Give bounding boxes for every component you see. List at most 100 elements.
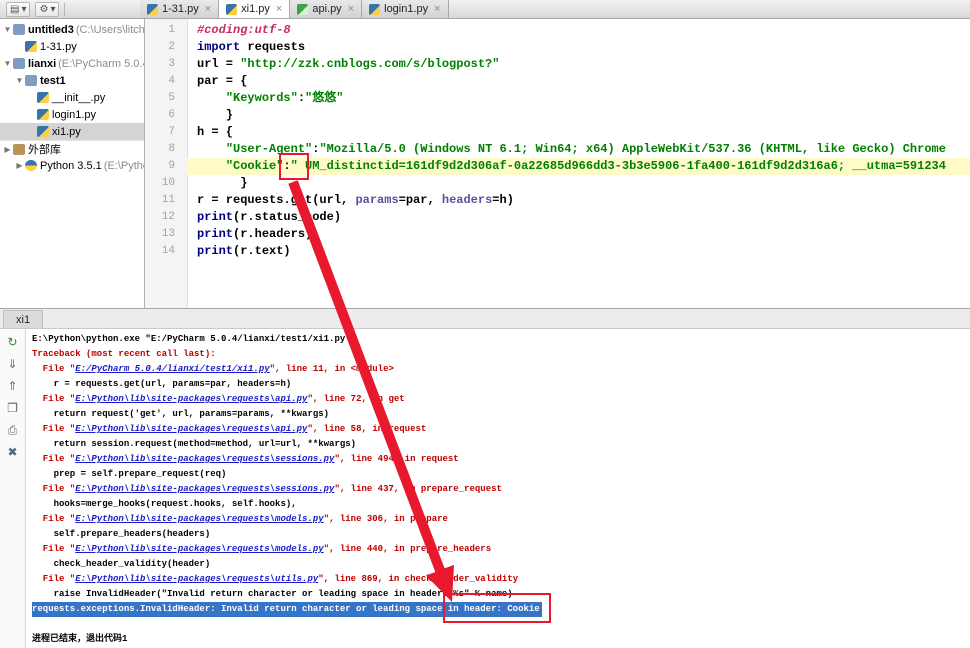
code-line-1[interactable]: 1 #coding:utf-8: [145, 22, 970, 39]
stack-frame-link[interactable]: E:\Python\lib\site-packages\requests\mod…: [75, 544, 323, 554]
expander-down-icon[interactable]: ▼: [2, 59, 13, 68]
code-editor[interactable]: 1 #coding:utf-8 2 import requests 3 url = "ht…: [145, 19, 970, 308]
expander-right-icon[interactable]: ▶: [2, 145, 13, 154]
expander-down-icon[interactable]: ▼: [2, 25, 13, 34]
editor-tab-login1.py[interactable]: login1.py ×: [362, 0, 449, 18]
project-tree: ▼untitled3 (C:\Users\litchi.xie1-31.py▼l…: [0, 19, 145, 308]
console-text: return session.request(method=method, ur…: [32, 439, 357, 449]
scroll-down-icon[interactable]: ⇓: [5, 356, 21, 372]
editor-tab-xi1.py[interactable]: xi1.py ×: [219, 0, 291, 18]
tree-item-Python 3.5.1[interactable]: ▶ Python 3.5.1 (E:\Python: [0, 157, 144, 174]
code-line-6[interactable]: 6 }: [145, 107, 970, 124]
settings-menu[interactable]: ⚙ ▾: [35, 1, 60, 17]
console-line-3[interactable]: File "E:/PyCharm 5.0.4/lianxi/test1/xi1.…: [32, 362, 970, 377]
restore-layout-icon[interactable]: ❐: [5, 400, 21, 416]
code-line-8[interactable]: 8 "User-Agent":"Mozilla/5.0 (Windows NT …: [145, 141, 970, 158]
python-file-icon: [226, 3, 238, 15]
tree-item-test1[interactable]: ▼ test1: [0, 72, 144, 89]
print-icon[interactable]: ⎙: [5, 422, 21, 438]
code-line-9[interactable]: 9 "Cookie":" UM_distinctid=161df9d2d306a…: [145, 158, 970, 175]
console-toolbar: ↻ ⇓ ⇑ ❐ ⎙ ✖: [0, 329, 26, 648]
main-toolbar: ▤ ▾ ⚙ ▾: [0, 0, 140, 18]
console-line-21[interactable]: 进程已结束，退出代码1: [32, 632, 970, 647]
close-icon[interactable]: ×: [348, 3, 354, 15]
tree-item-lianxi[interactable]: ▼ lianxi (E:\PyCharm 5.0.4\lian: [0, 55, 144, 72]
code-line-4[interactable]: 4 par = {: [145, 73, 970, 90]
delete-icon[interactable]: ✖: [5, 444, 21, 460]
tree-item-login1.py[interactable]: login1.py: [0, 106, 144, 123]
console-output[interactable]: E:\Python\python.exe "E:/PyCharm 5.0.4/l…: [26, 329, 970, 648]
stack-frame-link[interactable]: E:/PyCharm 5.0.4/lianxi/test1/xi1.py: [75, 364, 269, 374]
console-line-7[interactable]: File "E:\Python\lib\site-packages\reques…: [32, 422, 970, 437]
main-area: ▼untitled3 (C:\Users\litchi.xie1-31.py▼l…: [0, 19, 970, 308]
close-icon[interactable]: ×: [434, 3, 440, 15]
code-line-7[interactable]: 7 h = {: [145, 124, 970, 141]
chevron-down-icon: ▾: [21, 3, 27, 15]
line-number: 12: [161, 211, 175, 223]
code-line-12[interactable]: 12 print(r.status_code): [145, 209, 970, 226]
line-number: 6: [168, 109, 175, 121]
console-line-19[interactable]: requests.exceptions.InvalidHeader: Inval…: [32, 602, 542, 617]
stack-frame-link[interactable]: E:\Python\lib\site-packages\requests\api…: [75, 424, 307, 434]
code-line-3[interactable]: 3 url = "http://zzk.cnblogs.com/s/blogpos…: [145, 56, 970, 73]
line-number: 13: [161, 228, 175, 240]
code-text: }: [197, 108, 234, 122]
console-text: ", line 494, in request: [334, 454, 459, 464]
console-line-18[interactable]: raise InvalidHeader("Invalid return char…: [32, 587, 970, 602]
expander-right-icon[interactable]: ▶: [14, 161, 25, 170]
console-line-12[interactable]: hooks=merge_hooks(request.hooks, self.ho…: [32, 497, 970, 512]
stack-frame-link[interactable]: E:\Python\lib\site-packages\requests\mod…: [75, 514, 323, 524]
console-line-5[interactable]: File "E:\Python\lib\site-packages\reques…: [32, 392, 970, 407]
tree-item-1-31.py[interactable]: 1-31.py: [0, 38, 144, 55]
python-file-green-icon: [297, 3, 309, 15]
code-line-5[interactable]: 5 "Keywords":"悠悠": [145, 90, 970, 107]
console-line-4[interactable]: r = requests.get(url, params=par, header…: [32, 377, 970, 392]
console-tab-xi1[interactable]: xi1: [3, 310, 44, 328]
rerun-icon[interactable]: ↻: [5, 334, 21, 350]
code-line-2[interactable]: 2 import requests: [145, 39, 970, 56]
expander-down-icon[interactable]: ▼: [14, 76, 25, 85]
scroll-up-icon[interactable]: ⇑: [5, 378, 21, 394]
close-icon[interactable]: ×: [276, 3, 282, 15]
console-line-1[interactable]: E:\Python\python.exe "E:/PyCharm 5.0.4/l…: [32, 332, 970, 347]
editor-tab-1-31.py[interactable]: 1-31.py ×: [140, 0, 220, 18]
pycharm-window: ▤ ▾ ⚙ ▾ 1-31.py × xi1.py × api.py × login1.py ×…: [0, 0, 970, 648]
tree-item-__init__.py[interactable]: __init__.py: [0, 89, 144, 106]
code-line-13[interactable]: 13 print(r.headers): [145, 226, 970, 243]
close-icon[interactable]: ×: [205, 3, 211, 15]
gear-icon: ⚙: [39, 3, 49, 15]
python-file-icon: [37, 109, 49, 120]
tree-item-untitled3[interactable]: ▼ untitled3 (C:\Users\litchi.xie: [0, 21, 144, 38]
console-line-6[interactable]: return request('get', url, params=params…: [32, 407, 970, 422]
tab-strip: 1-31.py × xi1.py × api.py × login1.py ×: [140, 0, 449, 18]
console-line-15[interactable]: File "E:\Python\lib\site-packages\reques…: [32, 542, 970, 557]
console-line-13[interactable]: File "E:\Python\lib\site-packages\reques…: [32, 512, 970, 527]
tree-item-外部库[interactable]: ▶ 外部库: [0, 140, 144, 157]
console-line-10[interactable]: prep = self.prepare_request(req): [32, 467, 970, 482]
code-line-11[interactable]: 11 r = requests.get(url, params=par, head…: [145, 192, 970, 209]
console-text: ", line 440, in prepare_headers: [323, 544, 492, 554]
console-text: File ": [32, 454, 76, 464]
console-text: ", line 11, in <module>: [269, 364, 394, 374]
console-line-14[interactable]: self.prepare_headers(headers): [32, 527, 970, 542]
console-line-9[interactable]: File "E:\Python\lib\site-packages\reques…: [32, 452, 970, 467]
console-line-2[interactable]: Traceback (most recent call last):: [32, 347, 970, 362]
tree-item-xi1.py[interactable]: xi1.py: [0, 123, 144, 140]
code-line-14[interactable]: 14 print(r.text): [145, 243, 970, 260]
code-text: par = {: [197, 74, 248, 88]
console-line-16[interactable]: check_header_validity(header): [32, 557, 970, 572]
stack-frame-link[interactable]: E:\Python\lib\site-packages\requests\ses…: [75, 484, 334, 494]
code-line-10[interactable]: 10 }: [145, 175, 970, 192]
console-line-20[interactable]: [32, 617, 970, 632]
folder-icon: [13, 24, 25, 35]
console-line-17[interactable]: File "E:\Python\lib\site-packages\reques…: [32, 572, 970, 587]
line-number: 10: [161, 177, 175, 189]
stack-frame-link[interactable]: E:\Python\lib\site-packages\requests\uti…: [75, 574, 318, 584]
stack-frame-link[interactable]: E:\Python\lib\site-packages\requests\ses…: [75, 454, 334, 464]
project-selector[interactable]: ▤ ▾: [6, 1, 31, 17]
toolbar-divider: [64, 2, 66, 16]
console-line-8[interactable]: return session.request(method=method, ur…: [32, 437, 970, 452]
editor-tab-api.py[interactable]: api.py ×: [290, 0, 363, 18]
stack-frame-link[interactable]: E:\Python\lib\site-packages\requests\api…: [75, 394, 307, 404]
console-line-11[interactable]: File "E:\Python\lib\site-packages\reques…: [32, 482, 970, 497]
